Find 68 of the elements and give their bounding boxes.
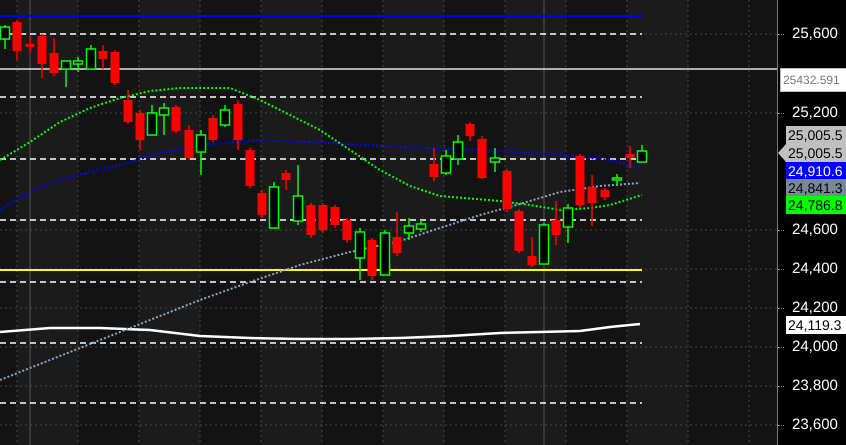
axis-label: 23,600 xyxy=(792,416,838,434)
candlestick xyxy=(502,169,512,212)
tick-mark xyxy=(778,112,784,114)
candlestick xyxy=(552,201,560,245)
candlestick xyxy=(514,209,524,253)
axis-label: 25,600 xyxy=(792,25,838,43)
axis-label: 24,200 xyxy=(792,299,838,317)
candlestick xyxy=(538,223,550,265)
candlestick xyxy=(38,34,46,78)
candlestick xyxy=(318,203,328,233)
candlestick xyxy=(50,38,58,76)
price-label: 24,786.8 xyxy=(786,196,846,214)
candlestick xyxy=(380,230,390,276)
candlestick xyxy=(282,170,290,190)
candlestick xyxy=(588,175,596,226)
price-label: 25432.591 xyxy=(780,68,846,92)
candlestick xyxy=(268,182,280,229)
price-label: 24,910.6 xyxy=(786,162,846,180)
tick-mark xyxy=(778,346,784,348)
candlestick xyxy=(576,154,584,208)
candlestick xyxy=(172,105,180,133)
candlestick xyxy=(98,45,108,69)
candlestick xyxy=(490,148,500,172)
axis-label: 23,800 xyxy=(792,377,838,395)
candlestick xyxy=(220,105,230,127)
candlestick xyxy=(354,228,366,280)
candlestick xyxy=(562,204,574,243)
candlestick xyxy=(612,174,622,186)
candlestick xyxy=(234,100,242,150)
axis-label: 24,400 xyxy=(792,260,838,278)
candlestick xyxy=(0,25,10,49)
candlestick xyxy=(626,146,634,168)
candlestick xyxy=(110,50,120,85)
price-label: 25,005.5 xyxy=(786,126,846,144)
candlestick xyxy=(136,110,144,150)
candlestick xyxy=(246,148,254,188)
candlestick xyxy=(146,105,158,136)
candlestick xyxy=(636,145,648,163)
candlestick xyxy=(26,36,34,53)
candlestick xyxy=(392,212,402,256)
candlestick xyxy=(306,203,316,238)
tick-mark xyxy=(778,268,784,270)
axis-label: 24,000 xyxy=(792,338,838,356)
candlestick xyxy=(86,45,96,70)
candlestick xyxy=(12,20,22,60)
candlestick xyxy=(258,190,266,218)
candlestick xyxy=(440,150,452,175)
candlestick xyxy=(430,148,438,181)
candlestick xyxy=(452,135,464,165)
price-label: 24,841.3 xyxy=(786,179,846,197)
price-label: 25,005.5 xyxy=(786,144,846,162)
tick-mark xyxy=(778,424,784,426)
candlestick xyxy=(184,125,194,160)
candlestick xyxy=(528,237,536,267)
candlestick xyxy=(196,130,206,175)
axis-label: 25,200 xyxy=(792,104,838,122)
candlestick xyxy=(208,115,218,142)
candlestick xyxy=(368,238,376,280)
candlestick xyxy=(478,136,486,179)
axis-label: 24,600 xyxy=(792,221,838,239)
candlestick xyxy=(466,122,474,141)
price-label: 24,119.3 xyxy=(786,316,846,334)
candlestick xyxy=(342,218,352,243)
candlestick xyxy=(600,188,610,200)
candlestick xyxy=(330,205,340,228)
candlestick xyxy=(292,165,304,225)
candlestick xyxy=(158,103,170,135)
candlestick xyxy=(124,90,132,124)
